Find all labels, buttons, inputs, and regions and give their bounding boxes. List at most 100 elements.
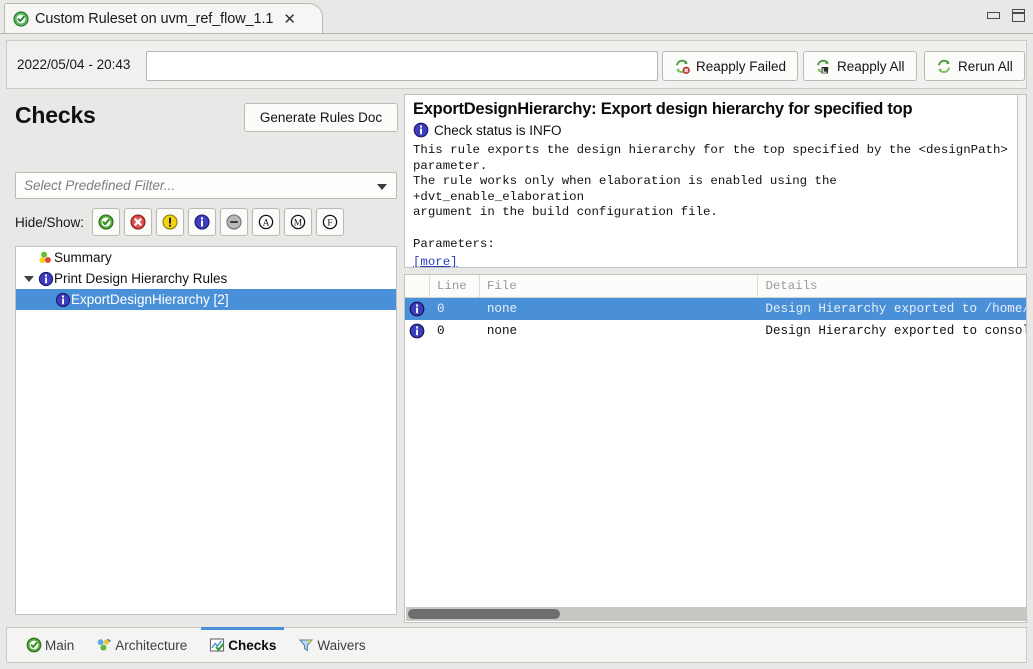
tree-item-label: Print Design Hierarchy Rules	[54, 271, 227, 286]
minimize-icon[interactable]	[987, 12, 1000, 19]
application-window: Custom Ruleset on uvm_ref_flow_1.1 ✕ 202…	[0, 0, 1033, 669]
status-disabled-filter[interactable]	[220, 208, 248, 236]
view-tab-custom-ruleset[interactable]: Custom Ruleset on uvm_ref_flow_1.1 ✕	[4, 3, 323, 34]
table-row[interactable]: 0 none Design Hierarchy exported to cons…	[405, 320, 1026, 342]
table-header-status	[405, 275, 430, 297]
reapply-all-button[interactable]: Reapply All	[803, 51, 917, 81]
row-details: Design Hierarchy exported to /home/a	[758, 298, 1026, 320]
tree-item-export-design-hierarchy[interactable]: ExportDesignHierarchy [2]	[16, 289, 396, 310]
check-status: Check status is INFO	[413, 122, 1009, 138]
checks-chart-icon	[209, 637, 225, 653]
more-link[interactable]: [more]	[413, 255, 458, 268]
tab-architecture[interactable]: Architecture	[85, 628, 198, 662]
close-icon[interactable]: ✕	[283, 12, 312, 27]
status-a-filter[interactable]: A	[252, 208, 280, 236]
row-details: Design Hierarchy exported to console	[758, 320, 1026, 342]
generate-rules-doc-label: Generate Rules Doc	[260, 110, 382, 125]
status-error-filter[interactable]	[124, 208, 152, 236]
bottom-tab-bar: Main Architecture Checks	[6, 627, 1027, 663]
tab-waivers[interactable]: Waivers	[287, 628, 376, 662]
rerun-all-button[interactable]: Rerun All	[924, 51, 1025, 81]
minus-circle-gray-icon	[226, 214, 242, 230]
tab-waivers-label: Waivers	[317, 638, 365, 653]
main-content: Checks Generate Rules Doc Select Predefi…	[6, 94, 1027, 628]
tab-main[interactable]: Main	[15, 628, 85, 662]
svg-text:A: A	[263, 219, 270, 229]
chevron-down-icon[interactable]	[20, 276, 37, 282]
row-line: 0	[430, 298, 480, 320]
rule-detail-panel: ExportDesignHierarchy: Export design hie…	[404, 94, 1027, 623]
rerun-all-label: Rerun All	[958, 59, 1013, 74]
info-circle-blue-icon	[413, 122, 429, 138]
table-row[interactable]: 0 none Design Hierarchy exported to /hom…	[405, 298, 1026, 320]
horizontal-scrollbar[interactable]	[406, 607, 1027, 621]
tree-item-label: Summary	[54, 250, 112, 265]
status-f-filter[interactable]: F	[316, 208, 344, 236]
table-header-details: Details	[758, 275, 1026, 297]
svg-text:M: M	[294, 219, 303, 229]
tab-checks[interactable]: Checks	[198, 628, 287, 662]
architecture-icon	[96, 637, 112, 653]
status-ok-filter[interactable]	[92, 208, 120, 236]
search-input[interactable]	[146, 51, 658, 81]
check-status-label: Check status is INFO	[434, 123, 562, 138]
tree-item-summary[interactable]: Summary	[16, 247, 396, 268]
maximize-icon[interactable]	[1012, 9, 1025, 22]
rule-description-text: This rule exports the design hierarchy f…	[413, 143, 1009, 252]
status-warning-filter[interactable]	[156, 208, 184, 236]
info-circle-blue-icon	[37, 271, 54, 287]
check-circle-green-icon	[26, 637, 42, 653]
x-circle-red-icon	[130, 214, 146, 230]
svg-text:F: F	[327, 219, 332, 229]
hide-show-filter-bar: Hide/Show:	[15, 208, 348, 236]
bottom-tabs: Main Architecture Checks	[15, 628, 377, 662]
view-tab-label: Custom Ruleset on uvm_ref_flow_1.1	[35, 11, 273, 27]
toolbar: 2022/05/04 - 20:43 Reapply Failed	[6, 40, 1027, 89]
reapply-failed-label: Reapply Failed	[696, 59, 786, 74]
page-title: Checks	[15, 102, 96, 129]
reapply-all-label: Reapply All	[837, 59, 905, 74]
table-header-file: File	[480, 275, 759, 297]
summary-chart-icon	[37, 250, 54, 266]
row-line: 0	[430, 320, 480, 342]
predefined-filter-placeholder: Select Predefined Filter...	[24, 178, 175, 193]
recycle-failed-icon	[674, 59, 690, 74]
tree-item-label: ExportDesignHierarchy [2]	[71, 292, 229, 307]
info-circle-blue-icon	[409, 301, 425, 317]
check-circle-green-icon	[13, 11, 29, 27]
letter-f-circle-icon: F	[322, 214, 338, 230]
info-circle-blue-icon	[54, 292, 71, 308]
run-timestamp: 2022/05/04 - 20:43	[17, 57, 130, 72]
letter-a-circle-icon: A	[258, 214, 274, 230]
table-header-row: Line File Details	[405, 275, 1026, 298]
chevron-down-icon	[377, 184, 387, 190]
status-info-filter[interactable]	[188, 208, 216, 236]
scrollbar-thumb[interactable]	[408, 609, 560, 619]
window-controls	[987, 9, 1025, 22]
generate-rules-doc-button[interactable]: Generate Rules Doc	[244, 103, 398, 132]
table-header-line: Line	[430, 275, 480, 297]
reapply-failed-button[interactable]: Reapply Failed	[662, 51, 798, 81]
tab-checks-label: Checks	[228, 638, 276, 653]
row-status-icon	[405, 320, 430, 342]
predefined-filter-select[interactable]: Select Predefined Filter...	[15, 172, 397, 199]
tree-item-print-design-hierarchy-rules[interactable]: Print Design Hierarchy Rules	[16, 268, 396, 289]
rule-title: ExportDesignHierarchy: Export design hie…	[413, 100, 1009, 119]
letter-m-circle-icon: M	[290, 214, 306, 230]
tab-main-label: Main	[45, 638, 74, 653]
exclamation-circle-yellow-icon	[162, 214, 178, 230]
info-circle-blue-icon	[409, 323, 425, 339]
status-m-filter[interactable]: M	[284, 208, 312, 236]
info-circle-blue-icon	[194, 214, 210, 230]
recycle-all-icon	[815, 59, 831, 74]
checks-tree[interactable]: Summary Print Design Hierarchy Rules	[15, 246, 397, 615]
check-circle-green-icon	[98, 214, 114, 230]
tab-architecture-label: Architecture	[115, 638, 187, 653]
row-file: none	[480, 298, 759, 320]
description-scrollbar[interactable]	[1018, 94, 1027, 268]
recycle-rerun-icon	[936, 59, 952, 74]
rule-description-box: ExportDesignHierarchy: Export design hie…	[404, 94, 1018, 268]
title-bar: Custom Ruleset on uvm_ref_flow_1.1 ✕	[0, 0, 1033, 34]
hide-show-label: Hide/Show:	[15, 215, 84, 230]
checks-panel: Checks Generate Rules Doc Select Predefi…	[6, 94, 398, 623]
